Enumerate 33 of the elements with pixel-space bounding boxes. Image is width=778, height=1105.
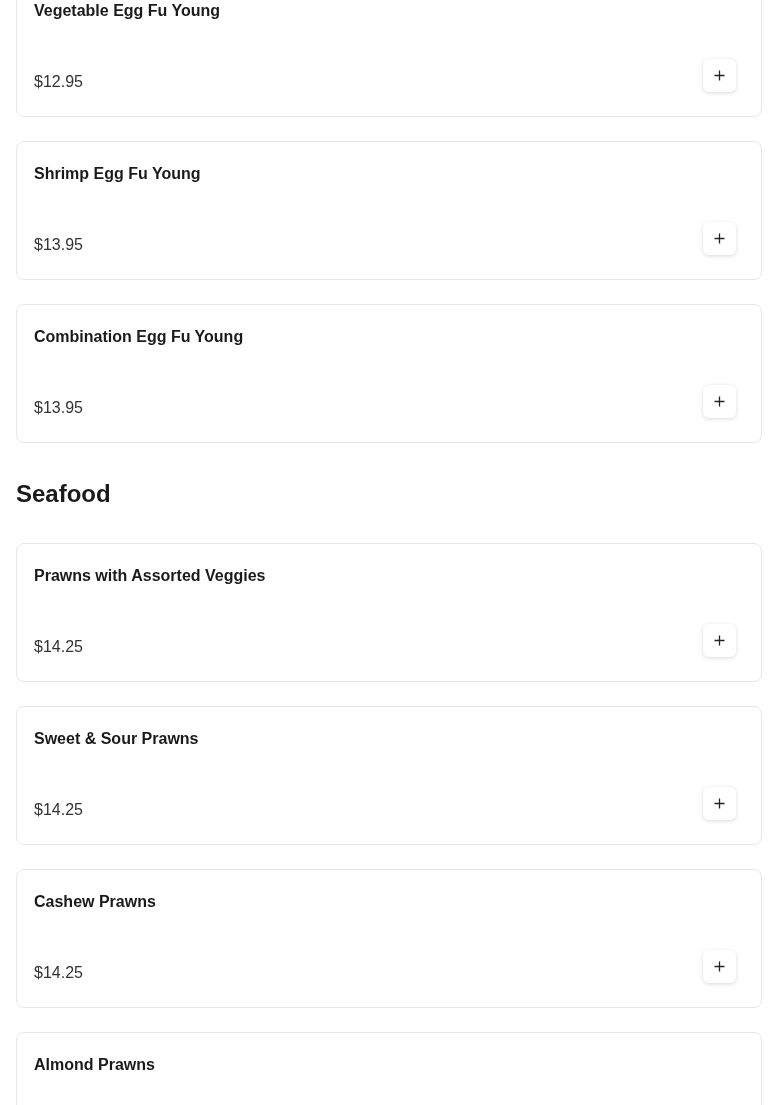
menu-item-card[interactable]: Almond Prawns [16,1032,762,1105]
item-name: Prawns with Assorted Veggies [34,566,267,586]
plus-icon [714,70,725,81]
item-price: $13.95 [34,398,83,418]
item-name: Cashew Prawns [34,892,157,912]
item-price: $14.25 [34,963,83,983]
item-price: $14.25 [34,800,83,820]
item-name: Shrimp Egg Fu Young [34,164,202,184]
menu-item-card[interactable]: Prawns with Assorted Veggies $14.25 [16,543,762,682]
item-name: Sweet & Sour Prawns [34,729,200,749]
section-heading: Seafood [16,480,112,508]
add-button[interactable] [703,624,736,657]
plus-icon [714,635,725,646]
add-button[interactable] [703,222,736,255]
menu-item-card[interactable]: Cashew Prawns $14.25 [16,869,762,1008]
menu-item-card[interactable]: Combination Egg Fu Young $13.95 [16,304,762,443]
plus-icon [714,396,725,407]
add-button[interactable] [703,950,736,983]
plus-icon [714,961,725,972]
item-name: Vegetable Egg Fu Young [34,1,222,21]
menu-item-card[interactable]: Shrimp Egg Fu Young $13.95 [16,141,762,280]
add-button[interactable] [703,59,736,92]
add-button[interactable] [703,787,736,820]
item-price: $12.95 [34,72,83,92]
item-price: $13.95 [34,235,83,255]
item-name: Almond Prawns [34,1055,156,1075]
menu-item-card[interactable]: Vegetable Egg Fu Young $12.95 [16,0,762,117]
plus-icon [714,798,725,809]
menu-item-card[interactable]: Sweet & Sour Prawns $14.25 [16,706,762,845]
item-name: Combination Egg Fu Young [34,327,245,347]
item-price: $14.25 [34,637,83,657]
add-button[interactable] [703,385,736,418]
plus-icon [714,233,725,244]
